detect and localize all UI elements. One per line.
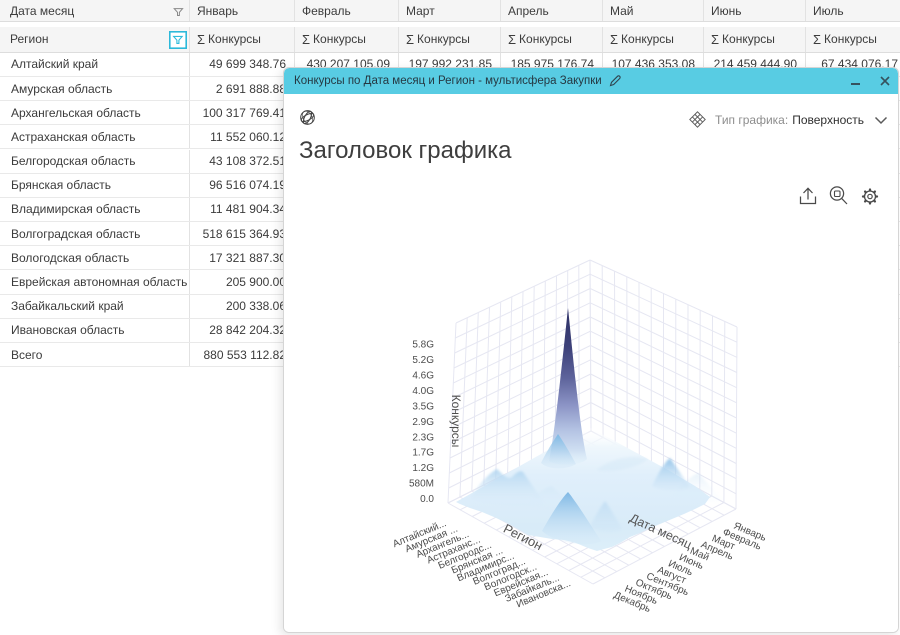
svg-text:5.8G: 5.8G [412, 340, 434, 351]
svg-text:1.2G: 1.2G [412, 463, 434, 474]
svg-text:2.3G: 2.3G [412, 432, 434, 443]
svg-text:1.7G: 1.7G [412, 448, 434, 459]
svg-text:Конкурсы: Конкурсы [449, 395, 463, 448]
svg-text:4.6G: 4.6G [412, 371, 434, 382]
svg-text:4.0G: 4.0G [412, 386, 434, 397]
svg-text:580M: 580M [409, 479, 434, 490]
svg-text:0.0: 0.0 [420, 494, 434, 505]
svg-text:5.2G: 5.2G [412, 355, 434, 366]
svg-text:3.5G: 3.5G [412, 401, 434, 412]
svg-text:2.9G: 2.9G [412, 417, 434, 428]
